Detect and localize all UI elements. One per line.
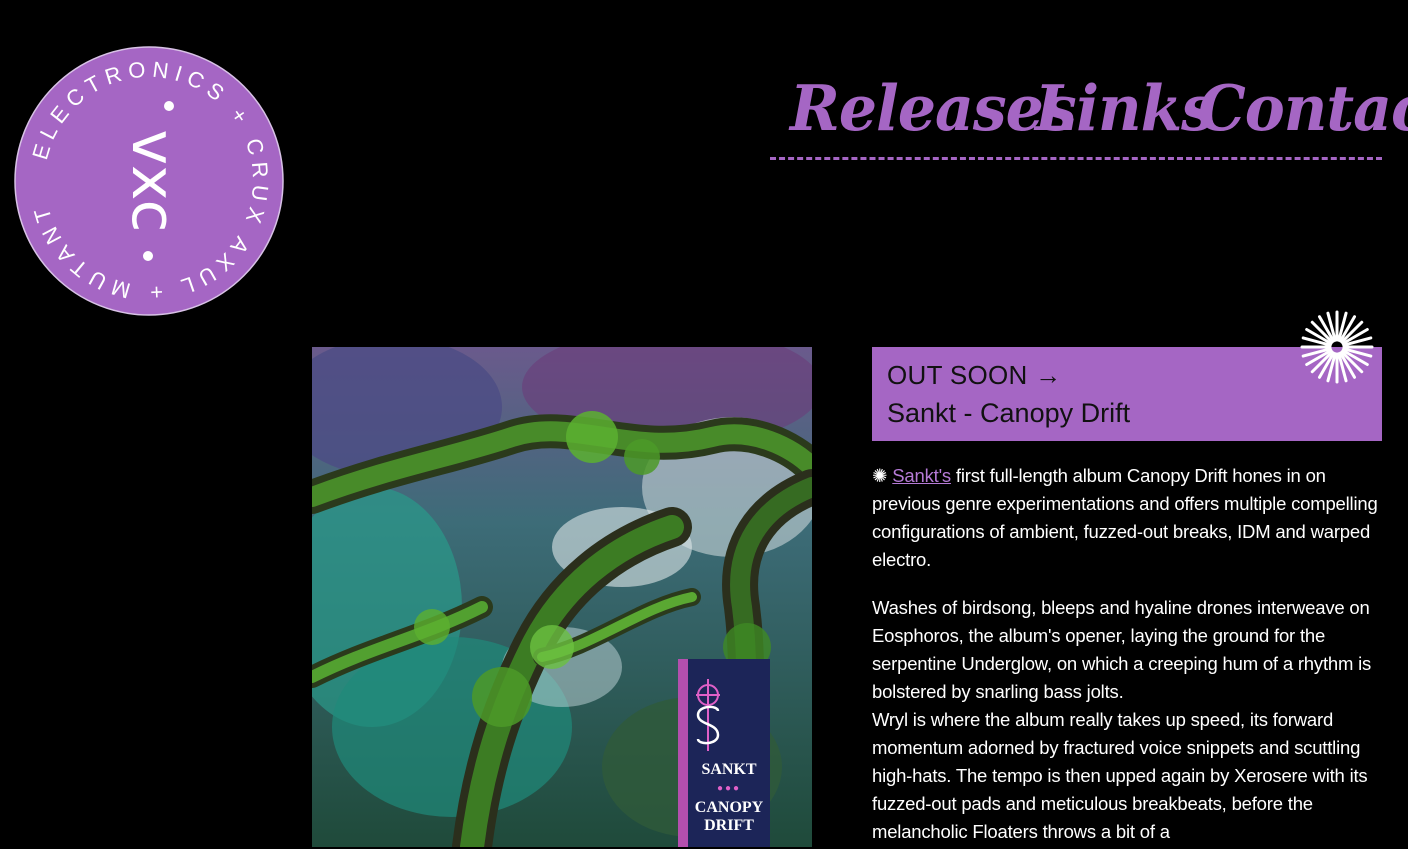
cover-dots: ●●● <box>716 783 742 794</box>
nav-links-link[interactable]: Links <box>1035 74 1215 143</box>
logo-dot-icon <box>143 251 153 261</box>
main-nav: Releases Links Contact <box>770 70 1408 160</box>
cover-title-tag: SANKT ●●● CANOPY DRIFT <box>678 659 770 847</box>
description-paragraph: ✺ Sankt's first full-length album Canopy… <box>872 465 1378 570</box>
release-title: Sankt - Canopy Drift <box>887 398 1131 428</box>
album-cover-image[interactable]: SANKT ●●● CANOPY DRIFT <box>312 347 812 847</box>
out-soon-label: OUT SOON → <box>887 360 1062 390</box>
cover-artist: SANKT <box>701 761 757 778</box>
logo-monogram: vxc <box>118 130 188 233</box>
svg-text:vxc: vxc <box>118 130 188 233</box>
starburst-icon <box>1300 310 1374 384</box>
logo-dot-icon <box>164 101 174 111</box>
nav-releases-link[interactable]: Releases <box>790 74 1077 143</box>
site-logo[interactable]: ELECTRONICS + CRUX AXUL + MUTANT vxc <box>14 46 284 316</box>
cover-album-line1: CANOPY <box>694 799 764 816</box>
description-paragraph: Wryl is where the album really takes up … <box>872 709 1368 842</box>
sparkle-bullet-icon: ✺ <box>872 465 888 486</box>
cover-album-line2: DRIFT <box>704 817 754 834</box>
arrow-right-icon: → <box>1035 360 1062 390</box>
release-description: ✺ Sankt's first full-length album Canopy… <box>872 462 1384 846</box>
sankt-sigil-icon <box>688 673 770 753</box>
artist-link[interactable]: Sankt's <box>892 465 951 486</box>
description-paragraph: Washes of birdsong, bleeps and hyaline d… <box>872 597 1372 702</box>
nav-contact-link[interactable]: Contact <box>1198 74 1408 143</box>
